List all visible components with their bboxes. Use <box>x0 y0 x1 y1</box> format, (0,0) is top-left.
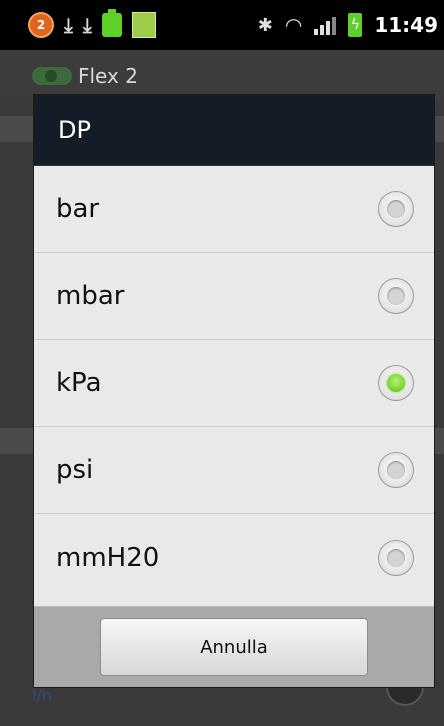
option-psi[interactable]: psi <box>34 427 434 514</box>
option-mbar[interactable]: mbar <box>34 253 434 340</box>
option-label: kPa <box>56 368 102 398</box>
option-label: psi <box>56 455 94 485</box>
clock: 11:49 <box>374 13 438 37</box>
app-logo-icon <box>32 67 72 85</box>
wifi-icon: ◠ <box>284 13 303 37</box>
cancel-button[interactable]: Annulla <box>100 618 368 676</box>
status-bar: 2 ⤓ ⤓ ✱ ◠ ϟ 11:49 <box>0 0 444 50</box>
radio-unchecked-icon[interactable] <box>378 191 414 227</box>
option-label: bar <box>56 194 100 224</box>
dialog-header: DP <box>34 95 434 166</box>
notification-count: 2 <box>36 18 46 32</box>
screen: 2 ⤓ ⤓ ✱ ◠ ϟ 11:49 Flex 2 l/h DP bar mbar… <box>0 0 444 726</box>
download-icon: ⤓ <box>82 13 92 37</box>
option-kpa[interactable]: kPa <box>34 340 434 427</box>
radio-checked-icon[interactable] <box>378 365 414 401</box>
radio-unchecked-icon[interactable] <box>378 539 414 576</box>
battery-app-icon <box>101 9 122 37</box>
unit-selection-dialog: DP bar mbar kPa psi mmH20 Annulla <box>34 95 434 687</box>
dialog-footer: Annulla <box>34 606 434 687</box>
battery-charging-icon: ϟ <box>348 13 363 37</box>
signal-icon <box>314 15 337 35</box>
option-mmh20[interactable]: mmH20 <box>34 514 434 601</box>
download-icon: ⤓ <box>64 13 73 37</box>
option-bar[interactable]: bar <box>34 166 434 253</box>
app-title: Flex 2 <box>78 64 138 88</box>
option-label: mbar <box>56 281 125 311</box>
radio-unchecked-icon[interactable] <box>378 278 414 314</box>
radio-unchecked-icon[interactable] <box>378 452 414 488</box>
notification-badge-icon: 2 <box>28 12 54 38</box>
background-unit-label: l/h <box>32 686 52 705</box>
bluetooth-icon: ✱ <box>257 14 273 36</box>
option-label: mmH20 <box>56 542 160 573</box>
dialog-title: DP <box>58 116 91 144</box>
calendar-app-icon <box>131 12 156 38</box>
